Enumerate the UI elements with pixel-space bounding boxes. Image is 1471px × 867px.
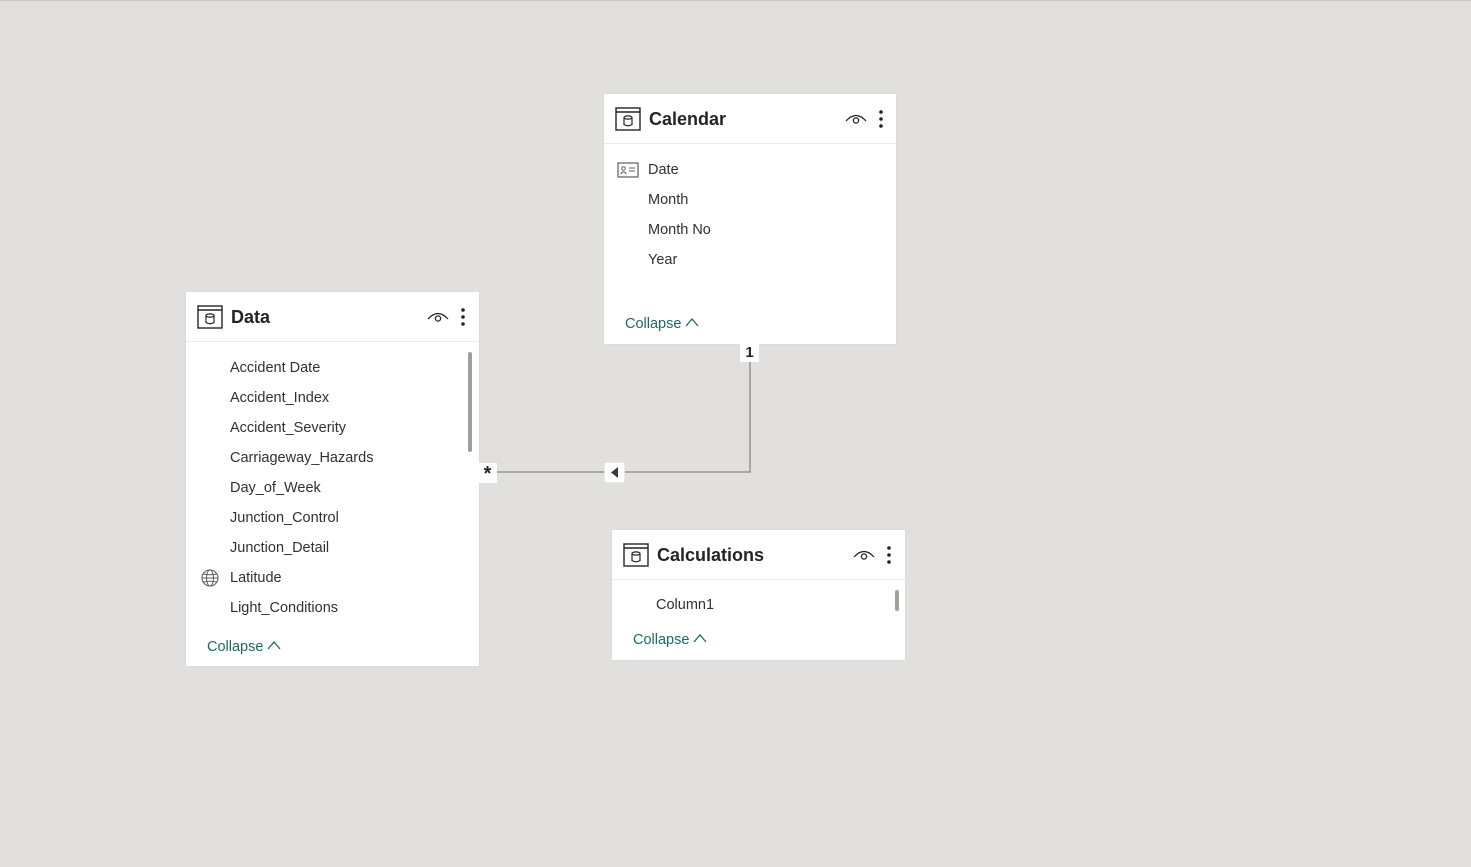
- card-header[interactable]: Calendar: [604, 94, 896, 144]
- collapse-label: Collapse: [207, 639, 264, 655]
- table-title: Calculations: [657, 545, 765, 565]
- table-card-data[interactable]: Data Accident Date Accident_Index Accide…: [186, 292, 479, 666]
- globe-icon: [201, 569, 219, 587]
- field-item[interactable]: Day_of_Week: [186, 473, 479, 503]
- field-name: Accident_Index: [230, 390, 330, 406]
- table-icon: [197, 305, 223, 329]
- field-item[interactable]: Latitude: [186, 563, 479, 593]
- table-title: Data: [231, 307, 271, 327]
- field-name: Junction_Control: [230, 510, 339, 526]
- field-name: Latitude: [230, 570, 282, 586]
- more-options-icon[interactable]: [886, 545, 892, 565]
- chevron-up-icon: [685, 318, 699, 327]
- chevron-up-icon: [267, 641, 281, 650]
- chevron-up-icon: [693, 634, 707, 643]
- eye-icon[interactable]: [845, 112, 867, 126]
- eye-icon[interactable]: [427, 310, 449, 324]
- field-list[interactable]: Date Month Month No Year: [604, 155, 896, 275]
- field-item[interactable]: Carriageway_Hazards: [186, 443, 479, 473]
- cardinality-one-label: 1: [740, 344, 759, 362]
- field-item[interactable]: Accident_Severity: [186, 413, 479, 443]
- eye-icon[interactable]: [853, 548, 875, 562]
- more-options-icon[interactable]: [460, 307, 466, 327]
- card-header[interactable]: Calculations: [612, 530, 905, 580]
- field-item[interactable]: Month: [604, 185, 896, 215]
- field-item[interactable]: Year: [604, 245, 896, 275]
- field-item[interactable]: Column1: [612, 590, 905, 620]
- collapse-button[interactable]: Collapse: [625, 316, 699, 332]
- field-name: Carriageway_Hazards: [230, 450, 374, 466]
- field-name: Light_Conditions: [230, 600, 339, 616]
- field-name: Accident Date: [230, 360, 321, 376]
- field-name: Accident_Severity: [230, 420, 347, 436]
- field-list[interactable]: Accident Date Accident_Index Accident_Se…: [186, 353, 479, 623]
- field-name: Month No: [648, 222, 711, 238]
- filter-direction-arrow-icon[interactable]: [604, 462, 625, 483]
- field-item[interactable]: Date: [604, 155, 896, 185]
- table-card-calculations[interactable]: Calculations Column1 Collapse: [612, 530, 905, 660]
- field-name: Date: [648, 162, 679, 178]
- cardinality-many-label: *: [478, 463, 497, 485]
- table-icon: [615, 107, 641, 131]
- field-name: Day_of_Week: [230, 480, 321, 496]
- field-item[interactable]: Junction_Detail: [186, 533, 479, 563]
- collapse-label: Collapse: [625, 316, 682, 332]
- table-card-calendar[interactable]: Calendar Date Month Month No Year Collap…: [604, 94, 896, 344]
- table-title: Calendar: [649, 109, 727, 129]
- card-header[interactable]: Data: [186, 292, 479, 342]
- top-border: [0, 0, 1471, 1]
- calendar-field-icon: [617, 162, 639, 178]
- collapse-button[interactable]: Collapse: [633, 632, 707, 648]
- field-name: Column1: [656, 597, 715, 613]
- field-name: Junction_Detail: [230, 540, 330, 556]
- field-item[interactable]: Accident_Index: [186, 383, 479, 413]
- collapse-label: Collapse: [633, 632, 690, 648]
- more-options-icon[interactable]: [878, 109, 884, 129]
- table-icon: [623, 543, 649, 567]
- field-item[interactable]: Month No: [604, 215, 896, 245]
- field-item[interactable]: Junction_Control: [186, 503, 479, 533]
- field-name: Month: [648, 192, 689, 208]
- field-name: Year: [648, 252, 678, 268]
- collapse-button[interactable]: Collapse: [207, 639, 281, 655]
- scrollbar[interactable]: [895, 590, 899, 611]
- field-item[interactable]: Light_Conditions: [186, 593, 479, 623]
- scrollbar[interactable]: [468, 352, 472, 452]
- field-list[interactable]: Column1: [612, 590, 905, 620]
- field-item[interactable]: Accident Date: [186, 353, 479, 383]
